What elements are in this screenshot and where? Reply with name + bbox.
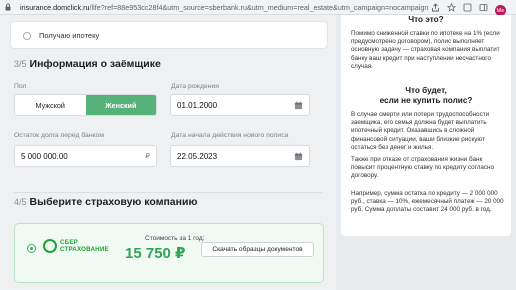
insurance-offer-card[interactable]: СБЕР СТРАХОВАНИЕ Стоимость за 1 год: 15 … — [14, 223, 324, 283]
company-section-title: 4/5 Выберите страховую компанию — [14, 196, 198, 208]
mortgage-option-label: Получаю ипотеку — [39, 31, 100, 40]
calendar-icon[interactable] — [294, 101, 303, 110]
sber-logo-icon — [43, 239, 57, 253]
what-is-it-text: Помимо сниженной ставки по ипотеке на 1%… — [351, 30, 500, 70]
cost-value: 15 750 ₽ — [125, 245, 186, 262]
gender-label: Пол — [14, 83, 27, 90]
sber-insurance-logo: СБЕР СТРАХОВАНИЕ — [43, 239, 109, 253]
debt-balance-input[interactable]: 5 000 000.00 ₽ — [14, 145, 157, 167]
rate-increase-text: Также при отказе от страхования жизни ба… — [351, 156, 495, 180]
no-policy-text: В случае смерти или потери трудоспособно… — [351, 111, 490, 151]
browser-address-bar: insurance.domclick.ru/life?ref=88e953cc2… — [0, 0, 516, 16]
borrower-step-number: 3/5 — [14, 59, 27, 69]
gender-male-option[interactable]: Мужской — [15, 95, 86, 115]
logo-line-2: СТРАХОВАНИЕ — [60, 246, 109, 253]
no-policy-heading-line1: Что будет, — [405, 86, 447, 95]
borrower-section-title: 3/5 Информация о заёмщике — [14, 58, 161, 70]
birth-date-value: 01.01.2000 — [177, 100, 218, 110]
bookmark-star-icon[interactable] — [446, 3, 456, 13]
logo-line-1: СБЕР — [60, 239, 78, 246]
debt-balance-value: 5 000 000.00 — [21, 151, 68, 161]
section-divider — [14, 192, 322, 193]
birth-date-field[interactable]: 01.01.2000 — [170, 94, 310, 116]
policy-start-date-field[interactable]: 22.05.2023 — [170, 145, 310, 167]
cost-label: Стоимость за 1 год: — [145, 235, 205, 242]
application-form: Получаю ипотеку 3/5 Информация о заёмщике… — [0, 15, 336, 290]
what-is-it-heading: Что это? — [408, 15, 444, 24]
policy-start-label: Дата начала действия нового полиса — [171, 132, 289, 139]
policy-start-value: 22.05.2023 — [177, 151, 218, 161]
url-field[interactable]: insurance.domclick.ru/life?ref=88e953cc2… — [20, 3, 460, 12]
offer-selected-radio[interactable] — [27, 244, 36, 253]
company-step-number: 4/5 — [14, 197, 27, 207]
share-icon[interactable] — [430, 3, 440, 13]
gender-selector: Мужской Женский — [14, 94, 157, 116]
info-panel: Что это? Помимо сниженной ставки по ипот… — [341, 15, 511, 236]
gender-female-option[interactable]: Женский — [85, 95, 156, 115]
birth-date-label: Дата рождения — [171, 83, 219, 90]
example-text: Например, сумма остатка по кредиту — 2 0… — [351, 190, 504, 214]
calendar-icon[interactable] — [294, 152, 303, 161]
debt-balance-label: Остаток долга перед банком — [14, 132, 105, 139]
no-policy-heading-line2: если не купить полис? — [379, 96, 473, 105]
currency-suffix: ₽ — [145, 153, 150, 160]
mortgage-option-card[interactable]: Получаю ипотеку — [10, 21, 328, 49]
download-samples-button[interactable]: Скачать образцы документов — [201, 242, 314, 257]
mortgage-option-radio[interactable] — [23, 32, 31, 40]
extensions-icon[interactable] — [462, 3, 472, 13]
info-sidebar: Что это? Помимо сниженной ставки по ипот… — [336, 15, 516, 290]
site-info-icon[interactable] — [4, 3, 12, 11]
sidebar-icon[interactable] — [478, 3, 488, 13]
